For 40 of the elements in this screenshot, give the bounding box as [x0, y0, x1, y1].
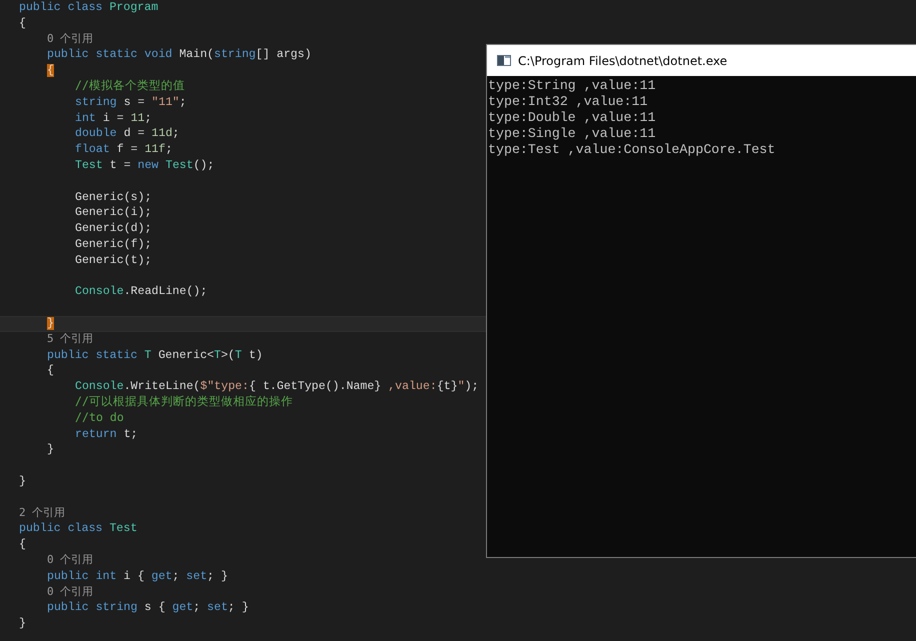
- code-line: public int i { get; set; }: [47, 568, 228, 584]
- code-line: {: [19, 16, 26, 32]
- reference-count-label[interactable]: 2 个引用: [19, 505, 66, 522]
- console-output-line: type:String ,value:11: [488, 78, 657, 94]
- reference-count-label[interactable]: 0 个引用: [47, 584, 94, 601]
- console-output-line: type:Int32 ,value:11: [488, 94, 649, 110]
- code-line: public class Program: [19, 0, 158, 16]
- code-line: int i = 11;: [75, 110, 152, 126]
- code-line: public class Test: [19, 521, 138, 538]
- code-line: //可以根据具体判断的类型做相应的操作: [75, 394, 293, 410]
- code-line: float f = 11f;: [75, 142, 172, 158]
- code-line: //to do: [75, 410, 124, 426]
- code-line: double d = 11d;: [75, 126, 180, 142]
- code-line: Test t = new Test();: [75, 158, 214, 174]
- reference-count-label[interactable]: 0 个引用: [47, 31, 94, 48]
- code-line: Console.ReadLine();: [75, 284, 208, 300]
- code-line: Generic(t);: [75, 252, 152, 269]
- code-line: Generic(f);: [75, 236, 152, 253]
- code-line: {: [19, 537, 26, 553]
- code-line: Generic(i);: [75, 205, 152, 222]
- code-line: Generic(d);: [75, 221, 152, 237]
- console-output-line: type:Test ,value:ConsoleAppCore.Test: [488, 142, 776, 158]
- code-line: }: [19, 616, 26, 632]
- code-line: }: [47, 442, 54, 458]
- code-line: string s = "11";: [75, 94, 186, 111]
- window-title: C:\Program Files\dotnet\dotnet.exe: [518, 54, 728, 68]
- console-output-line: type:Double ,value:11: [488, 110, 657, 126]
- reference-count-label[interactable]: 5 个引用: [47, 331, 94, 348]
- code-line: }: [19, 474, 26, 490]
- code-line: public static void Main(string[] args): [47, 47, 312, 64]
- code-line: public static T Generic<T>(T t): [47, 348, 263, 364]
- code-line: Generic(s);: [75, 190, 152, 206]
- code-line: {: [47, 363, 54, 380]
- console-output-line: type:Single ,value:11: [488, 126, 657, 142]
- code-line: return t;: [75, 426, 138, 442]
- code-line: Console.WriteLine($"type:{ t.GetType().Name} ,value:{t}");: [75, 379, 479, 395]
- console-window-icon: [497, 55, 511, 66]
- reference-count-label[interactable]: 0 个引用: [47, 552, 94, 570]
- code-line: public string s { get; set; }: [47, 600, 249, 616]
- code-line: //模拟各个类型的值: [75, 78, 185, 94]
